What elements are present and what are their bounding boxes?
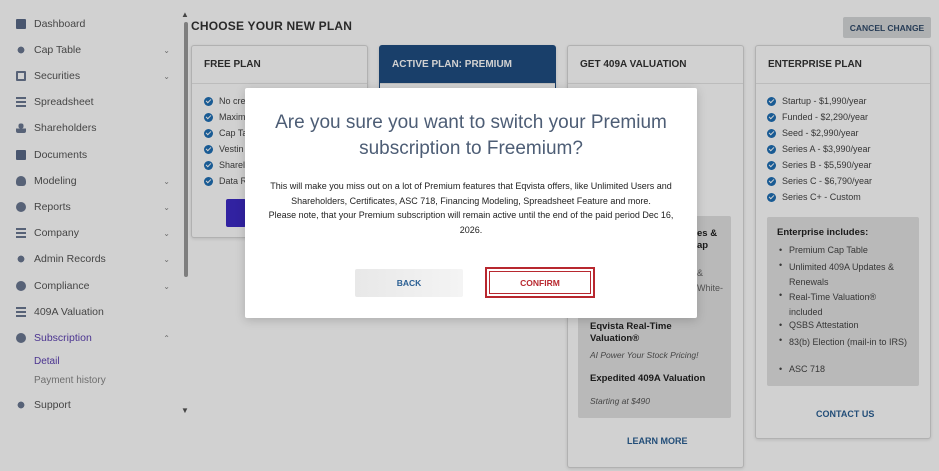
back-button[interactable]: BACK <box>355 269 463 297</box>
dialog-body-note: Please note, that your Premium subscript… <box>268 210 674 235</box>
dialog-title: Are you sure you want to switch your Pre… <box>275 112 667 159</box>
confirm-button[interactable]: CONFIRM <box>485 267 595 298</box>
confirm-switch-dialog: Are you sure you want to switch your Pre… <box>245 88 697 318</box>
dialog-body-warning: This will make you miss out on a lot of … <box>270 181 672 206</box>
dialog-body: This will make you miss out on a lot of … <box>261 179 681 237</box>
confirm-button-label: CONFIRM <box>520 277 560 288</box>
